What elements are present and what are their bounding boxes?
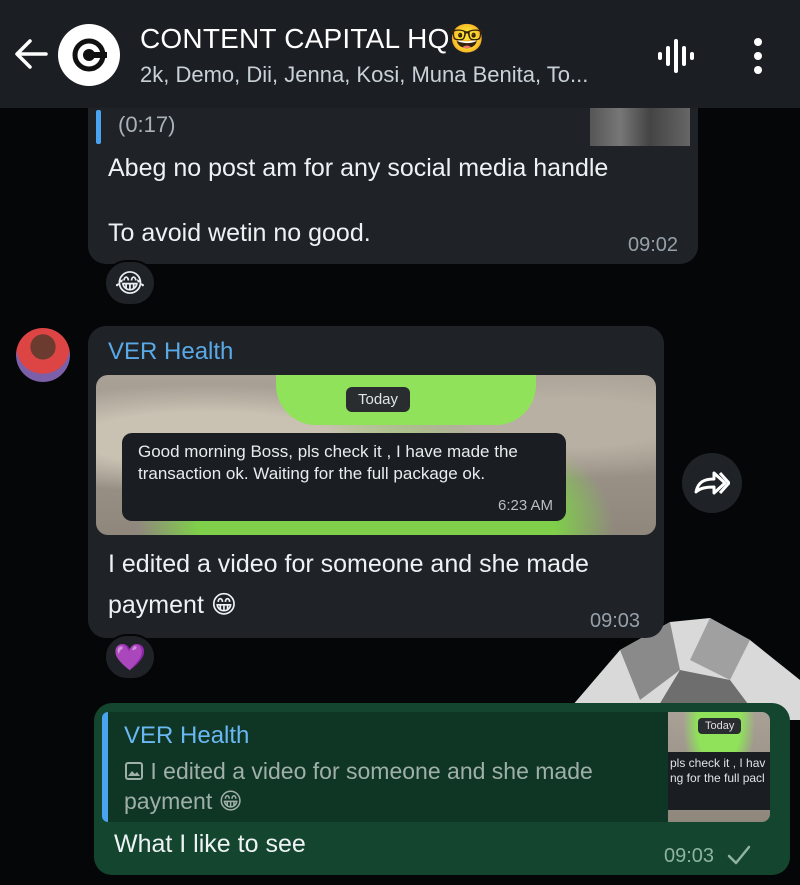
chat-header: CONTENT CAPITAL HQ🤓 2k, Demo, Dii, Jenna… xyxy=(0,0,800,108)
reply-text-content: I edited a video for someone and she mad… xyxy=(124,758,593,814)
back-button[interactable] xyxy=(12,34,56,74)
forward-icon xyxy=(694,471,730,495)
message-time: 09:03 xyxy=(664,845,715,867)
sender-name[interactable]: VER Health xyxy=(108,338,233,366)
reaction-badge[interactable]: 💜 xyxy=(104,634,156,680)
reply-thumb-line: ng for the full pacl xyxy=(670,771,765,785)
sender-avatar[interactable] xyxy=(16,328,70,382)
message-text-line: I edited a video for someone and she mad… xyxy=(108,550,589,578)
image-icon xyxy=(125,762,143,780)
more-vert-icon[interactable] xyxy=(744,36,772,76)
media-date-pill: Today xyxy=(346,387,411,412)
reply-thumbnail: Today pls check it , I hav ng for the fu… xyxy=(668,712,770,822)
read-tick-icon xyxy=(727,845,751,865)
chat-members[interactable]: 2k, Demo, Dii, Jenna, Kosi, Muna Benita,… xyxy=(140,62,630,88)
media-inner-text: Good morning Boss, pls check it , I have… xyxy=(138,442,518,483)
back-arrow-icon xyxy=(15,39,48,69)
chat-title[interactable]: CONTENT CAPITAL HQ🤓 xyxy=(140,22,485,55)
voice-chat-icon[interactable] xyxy=(655,36,695,76)
message-text-line: payment 😁 xyxy=(108,591,237,619)
reply-thumb-pill: Today xyxy=(698,718,742,734)
reply-thumb-line: pls check it , I hav xyxy=(670,756,766,770)
reaction-badge[interactable]: 😂 xyxy=(104,260,156,306)
group-avatar[interactable] xyxy=(58,24,120,86)
reply-sender-name: VER Health xyxy=(124,722,250,749)
message-text-line: To avoid wetin no good. xyxy=(108,219,371,247)
message-time: 09:03 xyxy=(590,610,641,632)
quoted-thumbnail xyxy=(590,108,690,146)
group-logo-icon xyxy=(72,38,107,72)
message-time: 09:02 xyxy=(628,234,679,256)
reply-text: I edited a video for someone and she mad… xyxy=(124,756,644,816)
outgoing-message-text: What I like to see xyxy=(114,830,306,858)
forward-button[interactable] xyxy=(682,453,742,513)
reply-thumb-text: pls check it , I hav ng for the full pac… xyxy=(670,756,770,786)
message-text-line: Abeg no post am for any social media han… xyxy=(108,154,609,182)
media-inner-time: 6:23 AM xyxy=(498,497,554,514)
quote-bar xyxy=(96,110,101,144)
reply-bar xyxy=(102,712,108,822)
quoted-duration: (0:17) xyxy=(118,112,176,137)
media-screenshot[interactable]: Today Good morning Boss, pls check it , … xyxy=(96,375,656,535)
